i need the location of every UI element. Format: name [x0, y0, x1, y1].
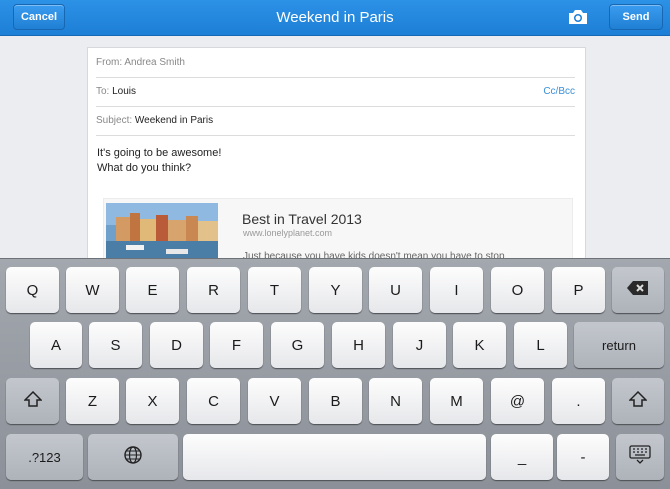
key-v[interactable]: V — [248, 378, 301, 424]
navigation-bar: Weekend in Paris Cancel Send — [0, 0, 670, 36]
shift-icon — [628, 390, 648, 411]
key-underscore[interactable]: _ — [491, 434, 553, 480]
link-url: www.lonelyplanet.com — [243, 228, 333, 238]
body-line: It's going to be awesome! — [97, 147, 222, 159]
key-f[interactable]: F — [210, 322, 263, 368]
to-value: Louis — [112, 86, 137, 97]
key-k[interactable]: K — [453, 322, 506, 368]
body-line: What do you think? — [97, 162, 192, 174]
subject-label: Subject: — [96, 115, 133, 126]
from-field[interactable]: From: Andrea Smith — [96, 49, 575, 78]
space-key[interactable] — [183, 434, 486, 480]
link-title: Best in Travel 2013 — [242, 211, 362, 227]
return-key[interactable]: return — [574, 322, 664, 368]
key-o[interactable]: O — [491, 267, 544, 313]
to-label: To: — [96, 86, 110, 97]
message-body[interactable]: It's going to be awesome! What do you th… — [97, 146, 221, 176]
key-y[interactable]: Y — [309, 267, 362, 313]
left-shift-key[interactable] — [6, 378, 59, 424]
camera-icon[interactable] — [567, 8, 589, 26]
globe-key[interactable] — [88, 434, 178, 480]
key-l[interactable]: L — [514, 322, 567, 368]
backspace-icon — [626, 280, 650, 300]
key-q[interactable]: Q — [6, 267, 59, 313]
key-p[interactable]: P — [552, 267, 605, 313]
key-i[interactable]: I — [430, 267, 483, 313]
key-b[interactable]: B — [309, 378, 362, 424]
key-w[interactable]: W — [66, 267, 119, 313]
key-u[interactable]: U — [369, 267, 422, 313]
compose-sheet: From: Andrea Smith To: Louis Cc/Bcc Subj… — [87, 47, 586, 270]
key-m[interactable]: M — [430, 378, 483, 424]
right-shift-key[interactable] — [612, 378, 664, 424]
globe-icon — [123, 445, 143, 469]
key-r[interactable]: R — [187, 267, 240, 313]
key-period[interactable]: . — [552, 378, 605, 424]
key-dash[interactable]: - — [557, 434, 609, 480]
key-x[interactable]: X — [126, 378, 179, 424]
send-button[interactable]: Send — [609, 4, 663, 30]
key-g[interactable]: G — [271, 322, 324, 368]
link-thumbnail-image — [106, 203, 218, 263]
cancel-button[interactable]: Cancel — [13, 4, 65, 30]
subject-value: Weekend in Paris — [134, 115, 214, 126]
from-value: Andrea Smith — [124, 57, 185, 68]
onscreen-keyboard: Q W E R T Y U I O P A S D F G H J K L re… — [0, 258, 670, 489]
key-h[interactable]: H — [332, 322, 385, 368]
key-e[interactable]: E — [126, 267, 179, 313]
key-at[interactable]: @ — [491, 378, 544, 424]
to-field[interactable]: To: Louis Cc/Bcc — [96, 78, 575, 107]
key-a[interactable]: A — [30, 322, 82, 368]
key-z[interactable]: Z — [66, 378, 119, 424]
subject-field[interactable]: Subject: Weekend in Paris — [96, 107, 575, 136]
key-s[interactable]: S — [89, 322, 142, 368]
shift-icon — [22, 390, 43, 411]
key-t[interactable]: T — [248, 267, 301, 313]
numbers-key[interactable]: .?123 — [6, 434, 83, 480]
key-c[interactable]: C — [187, 378, 240, 424]
key-j[interactable]: J — [393, 322, 446, 368]
key-n[interactable]: N — [369, 378, 422, 424]
cc-bcc-button[interactable]: Cc/Bcc — [543, 78, 575, 106]
key-d[interactable]: D — [150, 322, 203, 368]
backspace-key[interactable] — [612, 267, 664, 313]
hide-keyboard-key[interactable] — [616, 434, 664, 480]
from-label: From: — [96, 57, 123, 68]
keyboard-hide-icon — [629, 445, 651, 469]
